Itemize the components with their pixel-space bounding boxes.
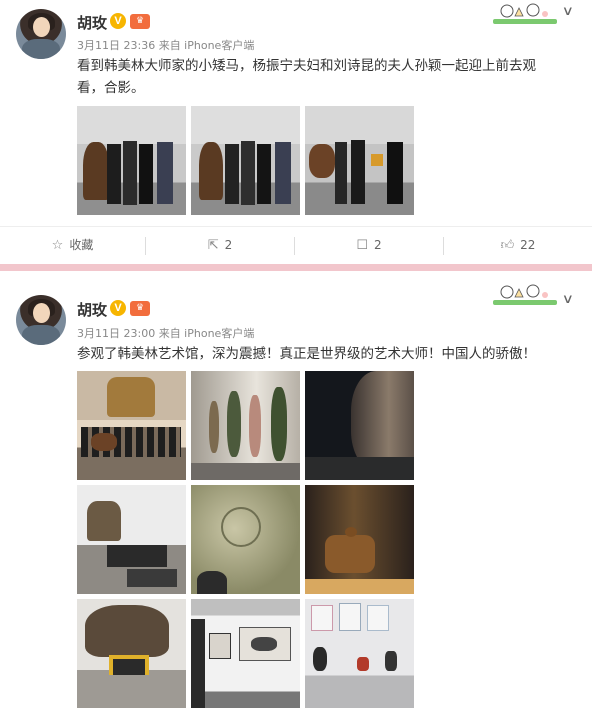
comment-button[interactable]: ☐ 2 (295, 227, 443, 263)
post-text: 看到韩美林大师家的小矮马，杨振宁夫妇和刘诗昆的夫人孙颖一起迎上前去观 看，合影。 (77, 55, 567, 99)
post-photo[interactable] (77, 106, 186, 215)
weibo-post: 胡玫 V ♛ ∨ 3月11日 23:36 来自 iPhone客户端 看到韩美林大… (0, 0, 592, 262)
chevron-down-icon[interactable]: ∨ (562, 292, 574, 307)
like-count: 22 (520, 238, 536, 252)
post-photo[interactable] (191, 371, 300, 480)
repost-icon: ⇱ (207, 238, 219, 253)
star-icon: ☆ (51, 238, 64, 253)
post-photo[interactable] (191, 485, 300, 594)
repost-button[interactable]: ⇱ 2 (146, 227, 294, 263)
verified-badge-icon: V (110, 13, 126, 29)
feed-gap (0, 271, 592, 283)
favorite-button[interactable]: ☆ 收藏 (0, 227, 145, 263)
verified-badge-icon: V (110, 300, 126, 316)
post-photo[interactable] (305, 599, 414, 708)
post-photo[interactable] (305, 371, 414, 480)
post-photo[interactable] (77, 599, 186, 708)
thumbs-up-icon: 👍︎ (500, 238, 515, 253)
comment-count: 2 (374, 238, 382, 252)
action-bar: ☆ 收藏 ⇱ 2 ☐ 2 👍︎ 22 (0, 226, 592, 262)
post-meta[interactable]: 3月11日 23:36 来自 iPhone客户端 (77, 37, 254, 53)
post-photo[interactable] (77, 371, 186, 480)
favorite-label: 收藏 (69, 238, 94, 252)
avatar[interactable] (16, 9, 66, 59)
crown-icon[interactable]: ♛ (130, 14, 150, 29)
like-button[interactable]: 👍︎ 22 (444, 227, 592, 263)
author-name[interactable]: 胡玫 (77, 12, 107, 33)
post-text: 参观了韩美林艺术馆，深为震撼！真正是世界级的艺术大师！中国人的骄傲！ (77, 346, 536, 362)
post-text-line: 看，合影。 (77, 80, 145, 96)
post-photo[interactable] (191, 106, 300, 215)
post-meta[interactable]: 3月11日 23:00 来自 iPhone客户端 (77, 325, 254, 341)
repost-count: 2 (224, 238, 233, 252)
chevron-down-icon[interactable]: ∨ (562, 4, 574, 19)
author-name[interactable]: 胡玫 (77, 299, 107, 320)
crown-icon[interactable]: ♛ (130, 301, 150, 316)
feed-divider (0, 264, 592, 271)
post-text-line: 看到韩美林大师家的小矮马，杨振宁夫妇和刘诗昆的夫人孙颖一起迎上前去观 (77, 58, 536, 74)
avatar[interactable] (16, 295, 66, 345)
post-photo[interactable] (305, 106, 414, 215)
comment-icon: ☐ (356, 238, 368, 253)
post-photo[interactable] (191, 599, 300, 708)
post-photo[interactable] (77, 485, 186, 594)
post-photo[interactable] (305, 485, 414, 594)
weibo-post: 胡玫 V ♛ ∨ 3月11日 23:00 来自 iPhone客户端 参观了韩美林… (0, 283, 592, 716)
card-decoration (493, 283, 557, 305)
card-decoration (493, 2, 557, 24)
